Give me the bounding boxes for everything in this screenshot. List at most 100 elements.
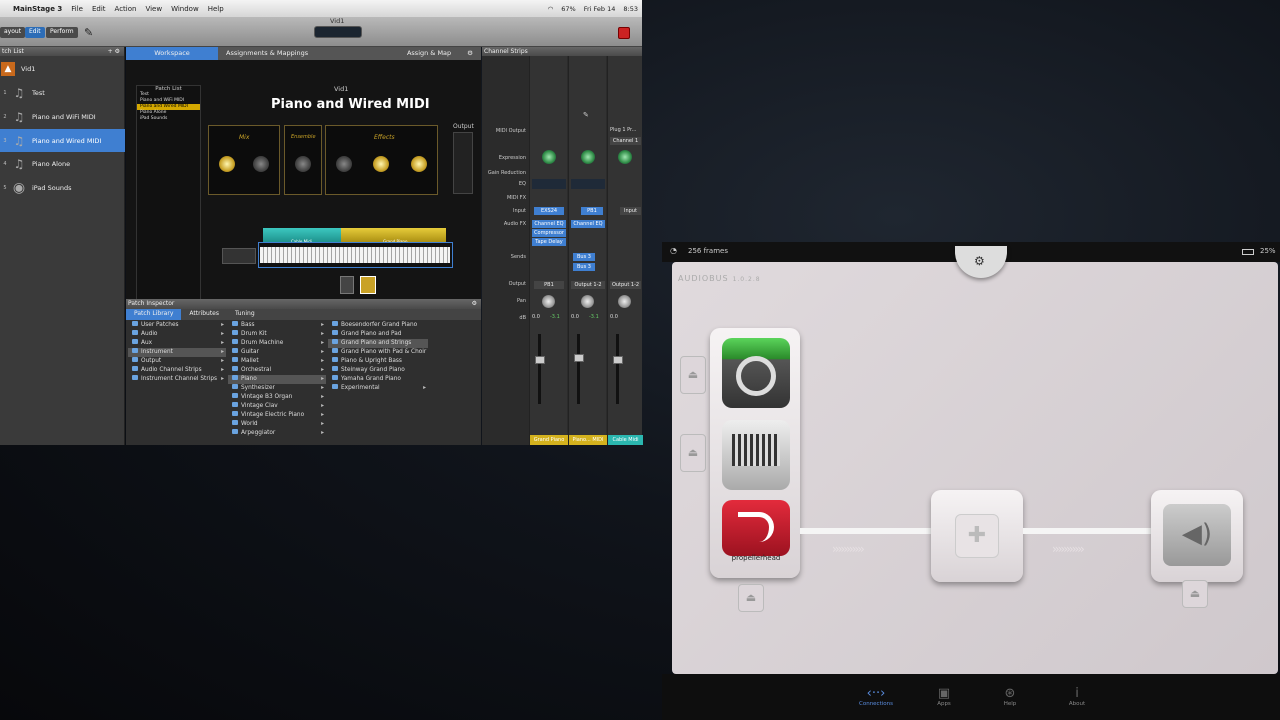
pan-knob[interactable] [581, 295, 594, 308]
channel-name[interactable]: Cable Midi [608, 435, 643, 445]
menu-view[interactable]: View [145, 5, 162, 13]
pan-knob[interactable] [542, 295, 555, 308]
library-item[interactable]: Steinway Grand Piano [328, 366, 428, 375]
volume-fader[interactable] [538, 334, 541, 404]
fx-slot[interactable]: Compressor [532, 229, 566, 237]
knob[interactable] [373, 156, 389, 172]
keyboard-layer-grand-piano[interactable]: Grand Piano [341, 228, 446, 244]
perform-mode-button[interactable]: Perform [46, 27, 78, 38]
nav-connections[interactable]: ‹··› Connections [856, 686, 896, 707]
app-slot-effect[interactable] [722, 420, 790, 490]
patch-item-5[interactable]: 5 ◉ iPad Sounds [0, 176, 125, 199]
output-slot[interactable]: Output 1-2 [571, 281, 605, 289]
library-item[interactable]: Drum Machine ▸ [228, 339, 326, 348]
edit-icon[interactable]: ✎ [583, 111, 589, 119]
knob[interactable] [295, 156, 311, 172]
knob[interactable] [253, 156, 269, 172]
menu-file[interactable]: File [71, 5, 83, 13]
menu-app[interactable]: MainStage 3 [13, 5, 62, 13]
output-eject-arrow[interactable]: ⏏ [1182, 580, 1208, 608]
library-item[interactable]: Output ▸ [128, 357, 226, 366]
library-item[interactable]: Grand Piano with Pad & Choir [328, 348, 428, 357]
tab-attributes[interactable]: Attributes [181, 309, 227, 320]
patch-item-4[interactable]: 4 ♫ Piano Alone [0, 152, 125, 175]
library-item[interactable]: Orchestral ▸ [228, 366, 326, 375]
nav-about[interactable]: i About [1057, 686, 1097, 707]
library-item[interactable]: World ▸ [228, 420, 326, 429]
effect-eject-arrow[interactable]: ⏏ [680, 434, 706, 472]
effect-slot-card[interactable]: ✚ [931, 490, 1023, 582]
fx-slot[interactable]: Channel EQ [532, 220, 566, 228]
output-slot[interactable]: Output 1-2 [610, 281, 641, 289]
tab-tuning[interactable]: Tuning [227, 309, 263, 320]
input-slot[interactable]: EXS24 [534, 207, 564, 215]
time-status[interactable]: 8:53 [623, 5, 638, 13]
app-slot-propellerhead[interactable] [722, 500, 790, 556]
tuner-icon[interactable]: ✎ [84, 26, 93, 39]
fader-cap[interactable] [535, 356, 545, 364]
patch-item-2[interactable]: 2 ♫ Piano and WiFi MIDI [0, 105, 125, 128]
speaker-output-icon[interactable]: ◀) [1163, 504, 1231, 566]
keyboard[interactable] [260, 247, 450, 263]
knob[interactable] [219, 156, 235, 172]
library-item[interactable]: Guitar ▸ [228, 348, 326, 357]
send-slot[interactable]: Bus 3 [573, 253, 595, 261]
menu-action[interactable]: Action [115, 5, 137, 13]
keyboard-layer-cable-midi[interactable]: Cable Midi [263, 228, 341, 244]
nav-apps[interactable]: ▣ Apps [924, 686, 964, 707]
menu-window[interactable]: Window [171, 5, 199, 13]
library-item[interactable]: Boesendorfer Grand Piano [328, 321, 428, 330]
expression-knob[interactable] [542, 150, 556, 164]
library-item[interactable]: Yamaha Grand Piano [328, 375, 428, 384]
edit-mode-button[interactable]: Edit [25, 27, 45, 38]
knob[interactable] [411, 156, 427, 172]
channel-name[interactable]: Piano... MIDI [569, 435, 607, 445]
tab-workspace[interactable]: Workspace [126, 47, 218, 60]
midi-channel[interactable]: Channel 1 [610, 137, 641, 145]
inspector-gear-icon[interactable]: ⚙ [472, 299, 477, 308]
patch-list-widget[interactable]: Patch List Test Piano and WiFi MIDI Pian… [136, 85, 201, 305]
patch-item-3[interactable]: 3 ♫ Piano and Wired MIDI [0, 129, 125, 152]
library-item[interactable]: Vintage Clav ▸ [228, 402, 326, 411]
add-effect-icon[interactable]: ✚ [955, 514, 999, 558]
workspace-gear-icon[interactable]: ⚙ [459, 47, 481, 60]
concert-item[interactable]: ▲ Vid1 [0, 58, 125, 80]
library-item[interactable]: User Patches ▸ [128, 321, 226, 330]
assign-map-button[interactable]: Assign & Map [399, 47, 459, 60]
library-item-selected[interactable]: Instrument ▸ [128, 348, 226, 357]
output-slot-card[interactable]: ◀) [1151, 490, 1243, 582]
eq-display[interactable] [532, 179, 566, 189]
fx-slot[interactable]: Channel EQ [571, 220, 605, 228]
input-eject-arrow[interactable]: ⏏ [680, 356, 706, 394]
fader-cap[interactable] [574, 354, 584, 362]
pedals-icon[interactable] [340, 276, 377, 294]
input-stack-eject[interactable]: ⏏ [738, 584, 764, 612]
record-button[interactable] [618, 27, 630, 39]
fx-slot[interactable]: Tape Delay [532, 238, 566, 246]
volume-fader[interactable] [616, 334, 619, 404]
library-item[interactable]: Drum Kit ▸ [228, 330, 326, 339]
battery-status[interactable]: 67% [561, 5, 575, 13]
wifi-icon[interactable]: ◠ [548, 5, 554, 13]
library-item[interactable]: Grand Piano and Pad [328, 330, 428, 339]
nav-help[interactable]: ⊛ Help [990, 686, 1030, 707]
plug-slot[interactable]: Plug 1 Pr... [610, 127, 636, 133]
eq-display[interactable] [571, 179, 605, 189]
pan-knob[interactable] [618, 295, 631, 308]
library-item[interactable]: Experimental ▸ [328, 384, 428, 393]
expression-knob[interactable] [618, 150, 632, 164]
library-item-selected[interactable]: Piano ▸ [228, 375, 326, 384]
library-item[interactable]: Vintage B3 Organ ▸ [228, 393, 326, 402]
pitch-mod-wheels[interactable] [222, 248, 256, 264]
library-item[interactable]: Synthesizer ▸ [228, 384, 326, 393]
tab-assignments[interactable]: Assignments & Mappings [218, 47, 316, 60]
library-item[interactable]: Audio Channel Strips ▸ [128, 366, 226, 375]
library-item[interactable]: Piano & Upright Bass [328, 357, 428, 366]
library-item[interactable]: Instrument Channel Strips ▸ [128, 375, 226, 384]
library-item[interactable]: Audio ▸ [128, 330, 226, 339]
menu-help[interactable]: Help [208, 5, 224, 13]
channel-name[interactable]: Grand Piano [530, 435, 568, 445]
expression-knob[interactable] [581, 150, 595, 164]
library-item[interactable]: Arpeggiator ▸ [228, 429, 326, 438]
patch-item-1[interactable]: 1 ♫ Test [0, 81, 125, 104]
